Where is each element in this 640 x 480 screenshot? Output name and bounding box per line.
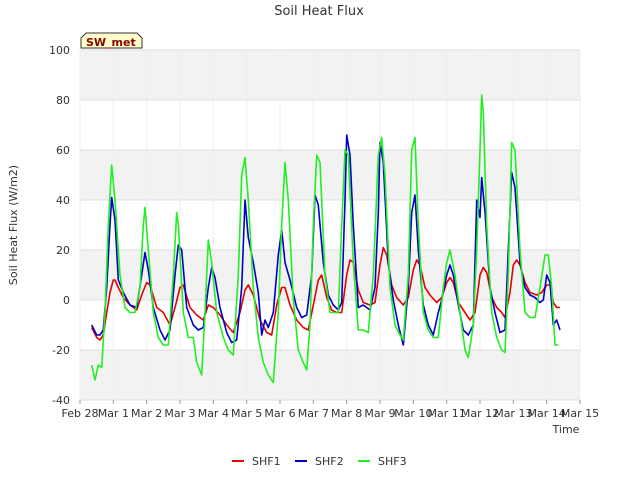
grid-band: [80, 50, 580, 100]
x-tick-label: Mar 1: [98, 407, 129, 420]
y-tick-label: -40: [52, 394, 70, 407]
x-tick-label: Feb 28: [62, 407, 99, 420]
y-axis-title: Soil Heat Flux (W/m2): [7, 165, 20, 285]
x-tick-label: Mar 6: [264, 407, 295, 420]
soil-heat-flux-chart: -40 -20 0 20 40 60 80 100 Feb 28 Mar 1 Mar 2 Mar 3…: [0, 0, 640, 480]
grid-band: [80, 350, 580, 400]
x-tick-label: Mar 2: [131, 407, 162, 420]
x-tick-label: Mar 8: [331, 407, 362, 420]
x-axis-title: Time: [552, 423, 580, 436]
y-tick-label: 60: [56, 144, 70, 157]
x-tick-label: Mar 4: [198, 407, 229, 420]
y-tick-label: 100: [49, 44, 70, 57]
x-tick-label: Mar 15: [561, 407, 599, 420]
x-tick-label: Mar 7: [298, 407, 329, 420]
y-tick-label: 0: [63, 294, 70, 307]
station-badge: SW_met: [80, 32, 143, 49]
grid-band: [80, 250, 580, 300]
x-tick-label: Mar 5: [231, 407, 262, 420]
station-badge-label: SW_met: [86, 36, 136, 49]
grid-band: [80, 150, 580, 200]
legend-label: SHF1: [252, 455, 281, 468]
y-tick-label: -20: [52, 344, 70, 357]
legend-label: SHF3: [378, 455, 407, 468]
y-tick-label: 80: [56, 94, 70, 107]
y-tick-label: 40: [56, 194, 70, 207]
x-tick-label: Mar 3: [164, 407, 195, 420]
y-tick-label: 20: [56, 244, 70, 257]
legend-label: SHF2: [315, 455, 344, 468]
chart-title: Soil Heat Flux: [274, 4, 364, 19]
x-tick-label: Mar 9: [364, 407, 395, 420]
legend: SHF1 SHF2 SHF3: [232, 455, 407, 468]
